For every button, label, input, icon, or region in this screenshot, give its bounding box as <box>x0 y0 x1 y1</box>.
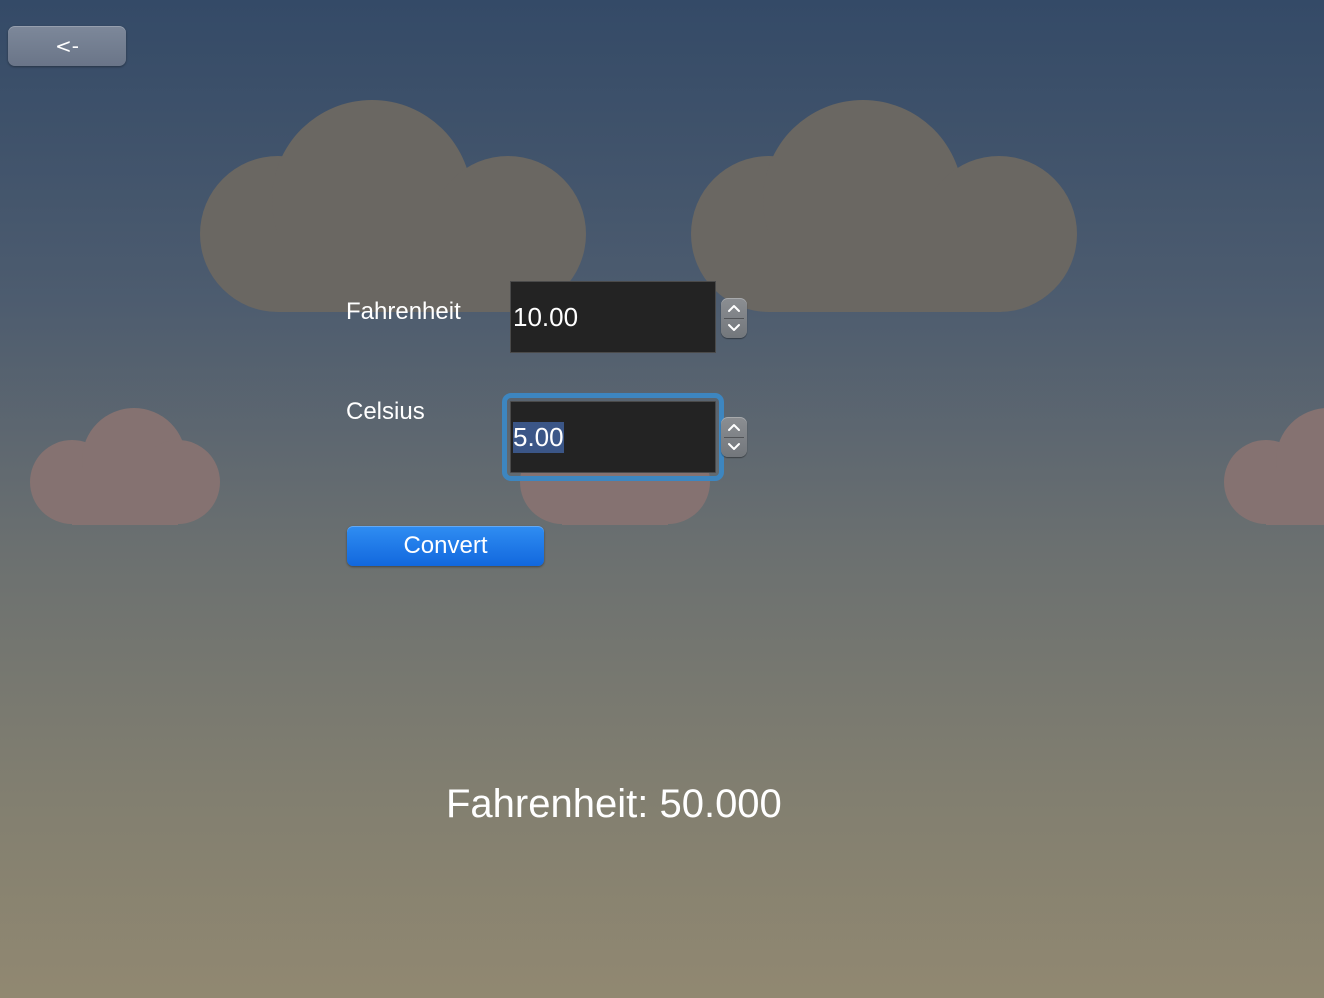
result-text: Fahrenheit: 50.000 <box>446 782 782 826</box>
fahrenheit-stepper[interactable] <box>721 298 747 338</box>
fahrenheit-value: 10.00 <box>513 301 579 332</box>
background-cloud <box>691 100 1079 312</box>
chevron-down-icon <box>728 442 740 450</box>
stepper-decrement[interactable] <box>721 437 747 455</box>
back-button[interactable]: <- <box>8 26 126 66</box>
stepper-decrement[interactable] <box>721 318 747 336</box>
fahrenheit-label: Fahrenheit <box>346 298 461 325</box>
background-cloud <box>1224 408 1324 525</box>
chevron-up-icon <box>728 305 740 313</box>
convert-button[interactable]: Convert <box>347 526 544 566</box>
fahrenheit-input[interactable]: 10.00 <box>510 281 716 353</box>
chevron-up-icon <box>728 424 740 432</box>
celsius-input[interactable]: 5.00 <box>502 393 724 481</box>
background-cloud <box>30 408 220 525</box>
back-button-label: <- <box>55 34 79 58</box>
chevron-down-icon <box>728 323 740 331</box>
celsius-value: 5.00 <box>513 421 564 453</box>
stepper-increment[interactable] <box>721 300 747 318</box>
convert-button-label: Convert <box>403 532 488 559</box>
celsius-label: Celsius <box>346 398 425 425</box>
celsius-stepper[interactable] <box>721 417 747 457</box>
stepper-increment[interactable] <box>721 419 747 437</box>
